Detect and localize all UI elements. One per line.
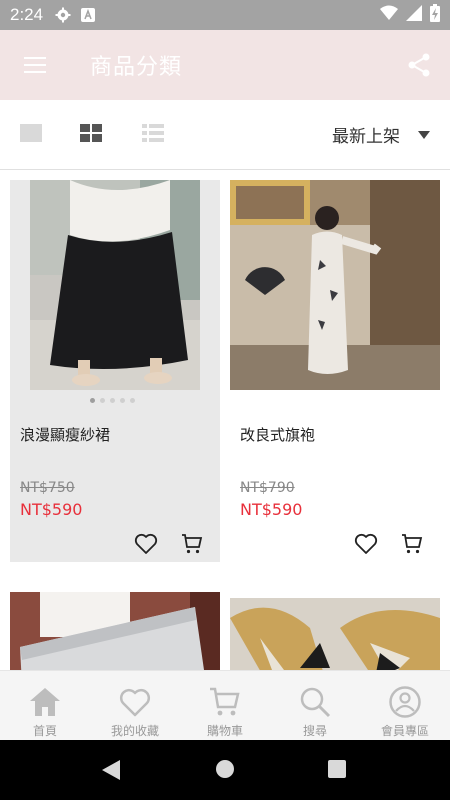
back-icon[interactable] bbox=[102, 760, 120, 784]
nav-label: 我的收藏 bbox=[110, 724, 159, 738]
nav-label: 搜尋 bbox=[302, 724, 327, 738]
product-grid: 浪漫顯瘦紗裙 NT$750 NT$590 改良式旗袍 NT$790 NT$590 bbox=[0, 170, 450, 670]
share-icon[interactable] bbox=[406, 52, 432, 78]
sale-price: NT$590 bbox=[20, 500, 83, 519]
original-price: NT$790 bbox=[240, 480, 295, 496]
sale-price: NT$590 bbox=[240, 500, 303, 519]
heart-icon bbox=[119, 688, 151, 717]
sort-label: 最新上架 bbox=[332, 127, 400, 147]
favorite-heart-icon[interactable] bbox=[134, 532, 158, 556]
bottom-navigation: 首頁 我的收藏 購物車 搜尋 會員專區 bbox=[0, 670, 450, 740]
view-sort-bar: 最新上架 bbox=[0, 100, 450, 170]
product-name[interactable]: 改良式旗袍 bbox=[240, 424, 315, 445]
status-time: 2:24 bbox=[10, 5, 44, 24]
home-icon bbox=[30, 688, 60, 716]
signal-icon bbox=[406, 5, 422, 25]
product-card[interactable]: 改良式旗袍 NT$790 NT$590 bbox=[230, 180, 440, 562]
list-view-icon[interactable] bbox=[142, 124, 166, 146]
product-image[interactable] bbox=[30, 180, 200, 390]
hamburger-menu-icon[interactable] bbox=[0, 30, 70, 100]
nav-cart[interactable]: 購物車 bbox=[180, 671, 270, 740]
nav-label: 購物車 bbox=[206, 724, 243, 738]
favorite-heart-icon[interactable] bbox=[354, 532, 378, 556]
nav-favorites[interactable]: 我的收藏 bbox=[90, 671, 180, 740]
carousel-dot bbox=[120, 398, 125, 403]
nav-account[interactable]: 會員專區 bbox=[360, 671, 450, 740]
image-carousel-indicator bbox=[90, 398, 135, 403]
status-bar: 2:24 bbox=[0, 0, 450, 30]
app-bar: 商品分類 bbox=[0, 30, 450, 100]
cart-icon bbox=[210, 687, 240, 716]
system-navigation-bar bbox=[0, 740, 450, 800]
product-card[interactable] bbox=[230, 598, 440, 670]
a-badge-icon bbox=[81, 8, 96, 22]
add-to-cart-icon[interactable] bbox=[400, 532, 424, 556]
home-circle-icon[interactable] bbox=[216, 760, 234, 782]
grid-view-icon[interactable] bbox=[80, 124, 104, 146]
account-icon bbox=[389, 686, 421, 718]
nav-search[interactable]: 搜尋 bbox=[270, 671, 360, 740]
product-card[interactable] bbox=[10, 592, 220, 670]
single-view-icon[interactable] bbox=[20, 124, 44, 146]
battery-charging-icon bbox=[430, 4, 440, 26]
product-image[interactable] bbox=[230, 180, 440, 390]
dropdown-arrow-icon bbox=[418, 130, 430, 139]
product-card[interactable]: 浪漫顯瘦紗裙 NT$750 NT$590 bbox=[10, 180, 220, 562]
sort-dropdown[interactable]: 最新上架 bbox=[332, 122, 430, 147]
nav-label: 會員專區 bbox=[380, 724, 429, 738]
page-title: 商品分類 bbox=[90, 55, 183, 80]
product-image[interactable] bbox=[230, 598, 440, 670]
recents-icon[interactable] bbox=[328, 760, 346, 782]
gear-icon bbox=[55, 7, 71, 23]
carousel-dot bbox=[90, 398, 95, 403]
nav-label: 首頁 bbox=[32, 724, 57, 738]
carousel-dot bbox=[110, 398, 115, 403]
product-image[interactable] bbox=[10, 592, 220, 670]
wifi-icon bbox=[380, 5, 398, 25]
carousel-dot bbox=[100, 398, 105, 403]
product-name[interactable]: 浪漫顯瘦紗裙 bbox=[20, 424, 110, 445]
nav-home[interactable]: 首頁 bbox=[0, 671, 90, 740]
add-to-cart-icon[interactable] bbox=[180, 532, 204, 556]
carousel-dot bbox=[130, 398, 135, 403]
search-icon bbox=[300, 687, 331, 718]
original-price: NT$750 bbox=[20, 480, 75, 496]
